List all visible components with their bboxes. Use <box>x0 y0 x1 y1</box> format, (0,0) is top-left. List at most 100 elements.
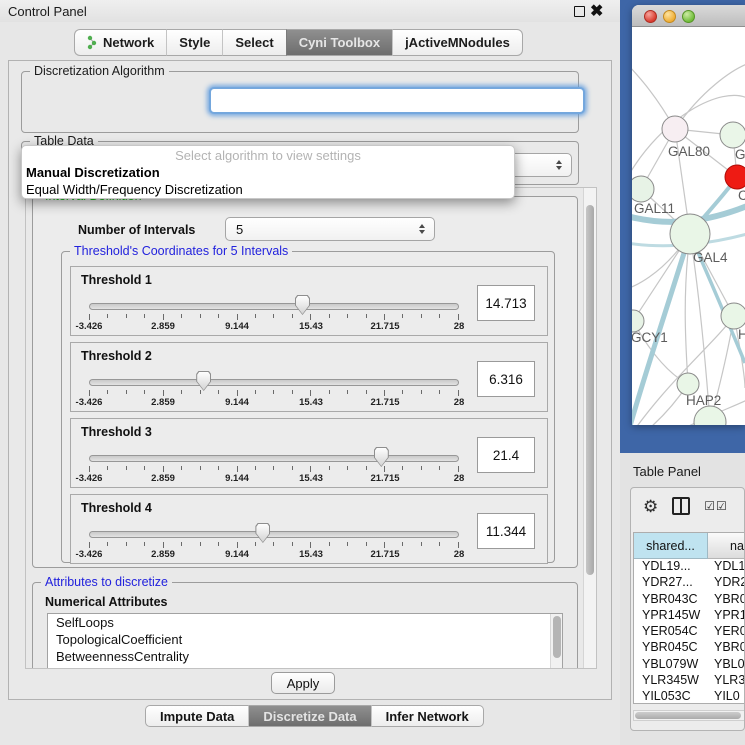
cell-name: YER0 <box>708 624 745 640</box>
network-canvas[interactable]: GAL80GACGAL11GAL4GCY1HHAP2 <box>632 28 745 425</box>
gear-icon[interactable]: ⚙ <box>643 498 658 515</box>
attribute-list-item[interactable]: SelfLoops <box>48 614 562 631</box>
algorithm-combo[interactable] <box>209 87 585 114</box>
threshold-1-slider-thumb[interactable] <box>295 295 310 315</box>
cytoscape-desktop: GAL80GACGAL11GAL4GCY1HHAP2 <box>620 0 745 453</box>
tab-discretize-data[interactable]: Discretize Data <box>248 705 370 727</box>
tick-mark <box>255 542 256 546</box>
attribute-list-item[interactable]: TopologicalCoefficient <box>48 631 562 648</box>
table-row[interactable]: YBR045CYBR0 <box>634 640 745 656</box>
tick-mark <box>458 466 459 472</box>
tab-cyni-toolbox[interactable]: Cyni Toolbox <box>286 29 392 56</box>
dropdown-item-manual-discretization[interactable]: Manual Discretization <box>22 164 514 181</box>
tick-label: -3.426 <box>76 397 103 408</box>
tick-mark <box>310 390 311 396</box>
tab-style[interactable]: Style <box>166 29 222 56</box>
node-top-right[interactable] <box>720 122 745 148</box>
split-columns-icon[interactable] <box>672 497 690 515</box>
select-columns-icon[interactable]: ☑☑ <box>704 499 728 513</box>
table-panel-title: Table Panel <box>633 464 701 479</box>
table-row[interactable]: YLR345WYLR3 <box>634 673 745 689</box>
node-bottom[interactable] <box>694 406 726 425</box>
threshold-4-value-field[interactable]: 11.344 <box>477 513 535 549</box>
settings-scrollbar-thumb[interactable] <box>586 205 594 575</box>
node-gal11[interactable] <box>632 176 654 202</box>
dropdown-item-equal-width-frequency[interactable]: Equal Width/Frequency Discretization <box>22 181 514 198</box>
node-right-mid[interactable] <box>721 303 745 329</box>
table-row[interactable]: YER054CYER0 <box>634 624 745 640</box>
slider-tick-labels: -3.4262.8599.14415.4321.71528 <box>89 397 459 408</box>
tick-mark <box>89 390 90 396</box>
attributes-list-scrollbar-thumb[interactable] <box>553 616 561 658</box>
threshold-4-slider-thumb[interactable] <box>255 523 270 543</box>
cell-shared-name: YBR045C <box>634 640 708 656</box>
tick-mark <box>402 466 403 470</box>
tick-label: 2.859 <box>151 321 175 332</box>
close-window-icon[interactable] <box>644 10 657 23</box>
slider-tick-labels: -3.4262.8599.14415.4321.71528 <box>89 321 459 332</box>
tick-mark <box>273 542 274 546</box>
tab-infer-network[interactable]: Infer Network <box>371 705 484 727</box>
table-row[interactable]: YPR145WYPR1 <box>634 608 745 624</box>
cell-shared-name: YLR345W <box>634 673 708 689</box>
minimize-window-icon[interactable] <box>663 10 676 23</box>
tab-select[interactable]: Select <box>222 29 285 56</box>
numerical-attributes-label: Numerical Attributes <box>45 595 167 609</box>
thresholds-title: Threshold's Coordinates for 5 Intervals <box>70 244 292 258</box>
number-of-intervals-combo[interactable]: 5 <box>225 217 435 241</box>
threshold-4-card: Threshold 4 -3.4262.8599.14415.4321.7152… <box>70 494 548 564</box>
tick-mark <box>292 314 293 318</box>
apply-button[interactable]: Apply <box>271 672 335 694</box>
float-panel-icon[interactable] <box>574 6 585 17</box>
tab-impute-data[interactable]: Impute Data <box>145 705 248 727</box>
table-row[interactable]: YBL079WYBL0 <box>634 657 745 673</box>
tick-mark <box>421 542 422 546</box>
node-gcy1[interactable] <box>632 310 644 332</box>
node-attribute-table: shared... na YDL19...YDL1YDR27...YDR2YBR… <box>633 532 745 704</box>
tab-network[interactable]: Network <box>74 29 166 56</box>
tick-mark <box>421 390 422 394</box>
table-row[interactable]: YDR27...YDR2 <box>634 575 745 591</box>
attribute-list-item[interactable]: BetweennessCentrality <box>48 648 562 665</box>
tick-mark <box>255 466 256 470</box>
threshold-3-slider-thumb[interactable] <box>374 447 389 467</box>
node-label: H <box>738 327 745 342</box>
table-toolbar: ⚙ ☑☑ <box>631 488 744 524</box>
threshold-2-slider-track[interactable] <box>89 379 459 386</box>
node-gal4[interactable] <box>670 214 710 254</box>
table-panel: Table Panel ⚙ ☑☑ shared... na YDL19...YD… <box>620 453 745 745</box>
threshold-3-value-field[interactable]: 21.4 <box>477 437 535 473</box>
tick-mark <box>402 314 403 318</box>
threshold-2-value-field[interactable]: 6.316 <box>477 361 535 397</box>
tick-mark <box>439 314 440 318</box>
node-selected-red[interactable] <box>725 165 745 189</box>
tick-label: -3.426 <box>76 549 103 560</box>
close-panel-icon[interactable]: ✖ <box>590 1 603 21</box>
threshold-1-slider-track[interactable] <box>89 303 459 310</box>
network-window-titlebar[interactable] <box>632 5 745 27</box>
table-row[interactable]: YDL19...YDL1 <box>634 559 745 575</box>
tick-mark <box>126 466 127 470</box>
settings-scroll-area: Interval Definition Number of Intervals … <box>25 187 597 669</box>
column-header-shared-name[interactable]: shared... <box>634 533 708 559</box>
tick-mark <box>126 542 127 546</box>
tick-mark <box>107 466 108 470</box>
tick-mark <box>292 542 293 546</box>
threshold-1-value-field[interactable]: 14.713 <box>477 285 535 321</box>
threshold-4-slider-track[interactable] <box>89 531 459 538</box>
tick-mark <box>329 466 330 470</box>
panel-title: Control Panel <box>8 4 87 19</box>
node-gal80[interactable] <box>662 116 688 142</box>
node-hap2[interactable] <box>677 373 699 395</box>
table-row[interactable]: YIL053CYIL0 <box>634 689 745 704</box>
attributes-list-scrollbar <box>550 614 562 669</box>
table-hscrollbar-thumb[interactable] <box>635 712 741 719</box>
table-row[interactable]: YBR043CYBR0 <box>634 592 745 608</box>
tick-mark <box>384 314 385 320</box>
threshold-2-slider-thumb[interactable] <box>196 371 211 391</box>
zoom-window-icon[interactable] <box>682 10 695 23</box>
threshold-3-slider-track[interactable] <box>89 455 459 462</box>
column-header-name[interactable]: na <box>708 533 745 559</box>
tick-label: 2.859 <box>151 397 175 408</box>
tab-jactivemnodules[interactable]: jActiveMNodules <box>392 29 523 56</box>
